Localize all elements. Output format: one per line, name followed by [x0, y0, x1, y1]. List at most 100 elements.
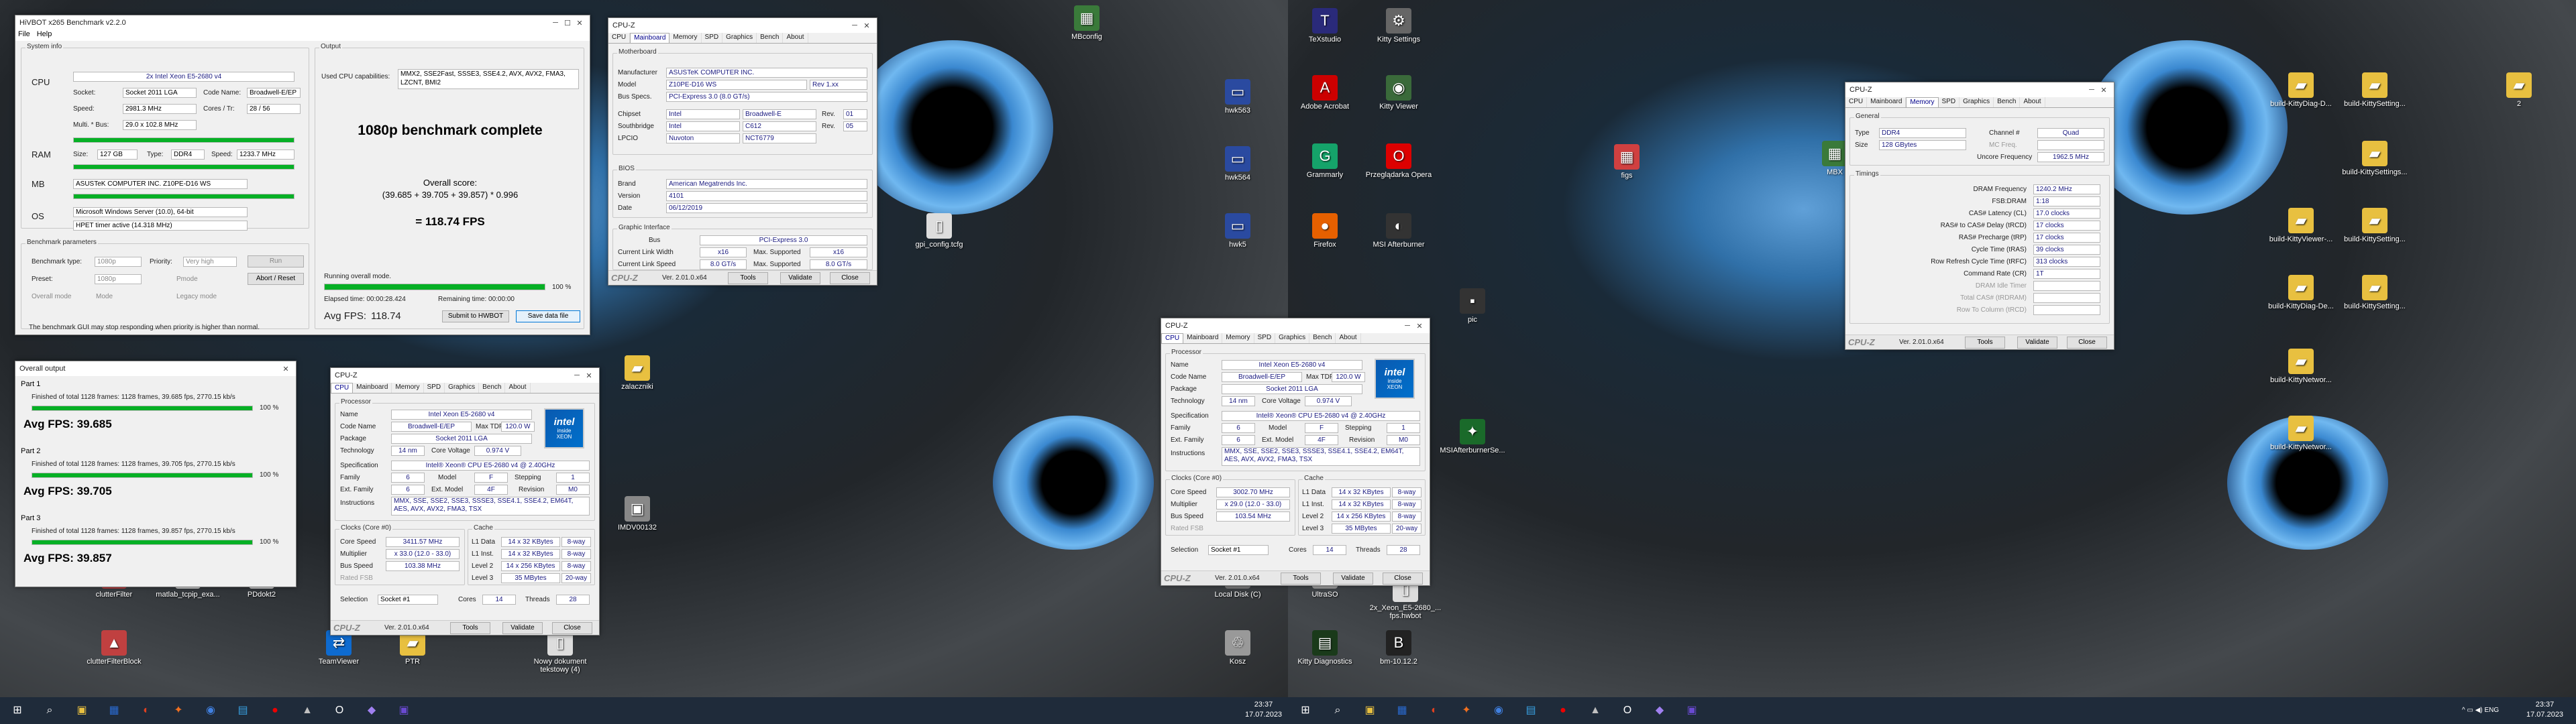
close-button[interactable]: Close: [2067, 337, 2107, 349]
title-bar[interactable]: CPU-Z ─ ✕: [331, 368, 599, 383]
taskbar-app-icon[interactable]: ⌕: [42, 703, 58, 719]
minimize-icon[interactable]: ─: [849, 21, 861, 29]
taskbar-app-icon[interactable]: ◐: [138, 703, 154, 719]
close-icon[interactable]: ✕: [583, 371, 595, 380]
desktop-icon[interactable]: ▭ hwk563: [1201, 79, 1275, 115]
pmode-checkbox[interactable]: Pmode: [176, 276, 198, 283]
desktop-icon[interactable]: ▰ build-KittyViewer-...: [2264, 208, 2338, 243]
taskbar-app-icon[interactable]: ▦: [1394, 703, 1410, 719]
tab-bench[interactable]: Bench: [1994, 97, 2021, 107]
desktop-icon[interactable]: G Grammarly: [1288, 143, 1362, 179]
taskbar-app-icon[interactable]: ▣: [74, 703, 90, 719]
tab-about[interactable]: About: [2020, 97, 2045, 107]
submit-button[interactable]: Submit to HWBOT: [442, 310, 509, 322]
priority-select[interactable]: Very high: [183, 257, 237, 267]
title-bar[interactable]: CPU-Z ─ ✕: [1845, 82, 2114, 97]
minimize-icon[interactable]: ─: [2086, 86, 2098, 94]
desktop-icon[interactable]: ▤ Kitty Diagnostics: [1288, 630, 1362, 666]
tab-bench[interactable]: Bench: [757, 33, 784, 43]
desktop-icon[interactable]: ▰ 2: [2482, 72, 2556, 108]
taskbar-app-icon[interactable]: ⊞: [9, 703, 25, 719]
preset-select[interactable]: 1080p: [95, 274, 142, 284]
taskbar-app-icon[interactable]: ◆: [1652, 703, 1668, 719]
taskbar-app-icon[interactable]: ✦: [170, 703, 186, 719]
desktop-icon[interactable]: ▰ build-KittySetting...: [2338, 208, 2412, 243]
tab-memory[interactable]: Memory: [669, 33, 702, 43]
tab-bench[interactable]: Bench: [479, 383, 506, 393]
desktop-icon[interactable]: ✦ MSIAfterburnerSe...: [1436, 419, 1509, 455]
taskbar-app-icon[interactable]: ▣: [1684, 703, 1700, 719]
tab-bench[interactable]: Bench: [1309, 333, 1336, 343]
desktop-icon[interactable]: ▰ build-KittyDiag-D...: [2264, 72, 2338, 108]
taskbar-app-icon[interactable]: ◆: [364, 703, 380, 719]
tab-cpu[interactable]: CPU: [1161, 333, 1184, 343]
validate-button[interactable]: Validate: [1333, 572, 1373, 585]
tab-about[interactable]: About: [1336, 333, 1361, 343]
taskbar-app-icon[interactable]: ◉: [203, 703, 219, 719]
tab-graphics[interactable]: Graphics: [1275, 333, 1310, 343]
close-button[interactable]: Close: [1383, 572, 1423, 585]
desktop-icon[interactable]: ▰ build-KittyDiag-De...: [2264, 275, 2338, 310]
desktop-icon[interactable]: ▰ build-KittySetting...: [2338, 275, 2412, 310]
desktop-icon[interactable]: ♲ Kosz: [1201, 630, 1275, 666]
tab-cpu[interactable]: CPU: [331, 383, 354, 393]
title-bar[interactable]: CPU-Z ─ ✕: [1161, 318, 1430, 333]
taskbar-app-icon[interactable]: ⌕: [1330, 703, 1346, 719]
desktop-icon[interactable]: ▦ figs: [1590, 144, 1664, 180]
title-bar[interactable]: Overall output ✕: [15, 361, 296, 376]
btype-select[interactable]: 1080p: [95, 257, 142, 267]
close-icon[interactable]: ✕: [574, 19, 586, 27]
taskbar-app-icon[interactable]: ▤: [1523, 703, 1539, 719]
close-icon[interactable]: ✕: [1413, 322, 1426, 330]
clock[interactable]: 23:37 17.07.2023: [2526, 700, 2563, 720]
taskbar-app-icon[interactable]: ●: [267, 703, 283, 719]
tools-button[interactable]: Tools: [450, 622, 490, 634]
taskbar-app-icon[interactable]: ▤: [235, 703, 251, 719]
taskbar-app-icon[interactable]: O: [331, 703, 347, 719]
tab-graphics[interactable]: Graphics: [1960, 97, 1994, 107]
desktop-icon[interactable]: ▰ build-KittySetting...: [2338, 72, 2412, 108]
tab-graphics[interactable]: Graphics: [445, 383, 480, 393]
taskbar-app-icon[interactable]: ●: [1555, 703, 1571, 719]
title-bar[interactable]: CPU-Z ─ ✕: [608, 18, 877, 33]
desktop-icon[interactable]: ◉ Kitty Viewer: [1362, 75, 1436, 111]
tab-mainboard[interactable]: Mainboard: [1183, 333, 1223, 343]
title-bar[interactable]: HiVBOT x265 Benchmark v2.2.0 ─ ☐ ✕: [15, 15, 590, 30]
desktop-icon[interactable]: ▣ IMDV00132: [600, 496, 674, 532]
taskbar-app-icon[interactable]: ▦: [106, 703, 122, 719]
tab-cpu[interactable]: CPU: [1845, 97, 1868, 107]
desktop-icon[interactable]: ▭ hwk564: [1201, 146, 1275, 182]
validate-button[interactable]: Validate: [2017, 337, 2057, 349]
run-button[interactable]: Run: [248, 255, 304, 267]
taskbar-app-icon[interactable]: ▲: [1587, 703, 1603, 719]
tab-memory[interactable]: Memory: [1906, 97, 1939, 107]
taskbar-app-icon[interactable]: ⊞: [1297, 703, 1313, 719]
taskbar-app-icon[interactable]: ◉: [1491, 703, 1507, 719]
tab-mainboard[interactable]: Mainboard: [1867, 97, 1907, 107]
tab-spd[interactable]: SPD: [1939, 97, 1960, 107]
tab-memory[interactable]: Memory: [392, 383, 424, 393]
taskbar-app-icon[interactable]: ✦: [1458, 703, 1474, 719]
validate-button[interactable]: Validate: [502, 622, 543, 634]
validate-button[interactable]: Validate: [780, 272, 820, 284]
tools-button[interactable]: Tools: [728, 272, 768, 284]
menu-help[interactable]: Help: [37, 30, 52, 41]
desktop-icon[interactable]: O Przeglądarka Opera: [1362, 143, 1436, 179]
desktop-icon[interactable]: ▯ gpi_config.tcfg: [902, 213, 976, 249]
socket-select[interactable]: Socket #1: [378, 595, 438, 605]
tab-about[interactable]: About: [505, 383, 531, 393]
desktop-icon[interactable]: ▰ build-KittySettings...: [2338, 141, 2412, 176]
overall-mode-checkbox[interactable]: Overall mode: [32, 293, 71, 300]
save-button[interactable]: Save data file: [516, 310, 580, 322]
desktop-icon[interactable]: ▰ zalaczniki: [600, 355, 674, 391]
tab-cpu[interactable]: CPU: [608, 33, 631, 43]
close-icon[interactable]: ✕: [2098, 86, 2110, 95]
tab-spd[interactable]: SPD: [1254, 333, 1276, 343]
minimize-icon[interactable]: ─: [1401, 322, 1413, 330]
desktop-icon[interactable]: ◐ MSI Afterburner: [1362, 213, 1436, 249]
tools-button[interactable]: Tools: [1281, 572, 1321, 585]
tab-spd[interactable]: SPD: [424, 383, 445, 393]
desktop-icon[interactable]: ▰ build-KittyNetwor...: [2264, 349, 2338, 384]
desktop-icon[interactable]: ⚙ Kitty Settings: [1362, 8, 1436, 44]
clock[interactable]: 23:37 17.07.2023: [1245, 700, 1282, 720]
